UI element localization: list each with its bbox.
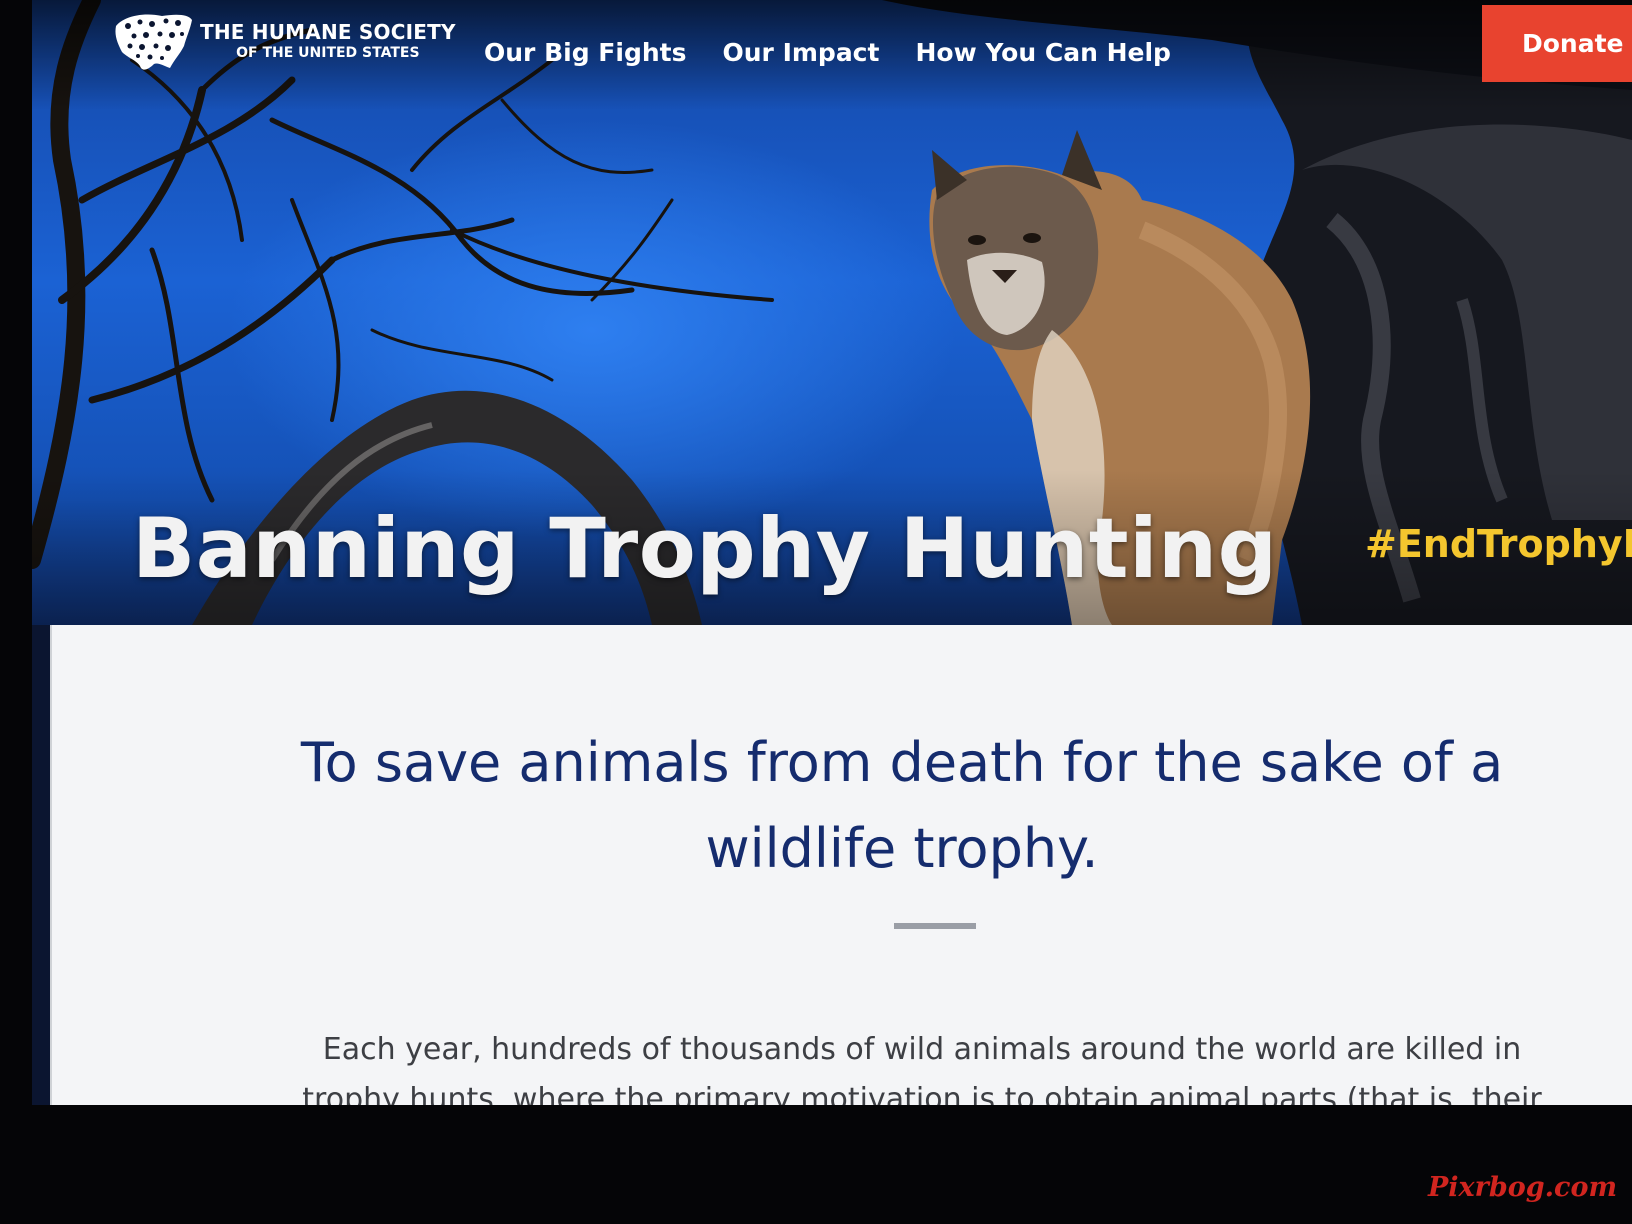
monitor-screen: THE HUMANE SOCIETY OF THE UNITED STATES … xyxy=(32,0,1632,1105)
animals-map-logo-icon xyxy=(115,14,192,70)
mission-statement: To save animals from death for the sake … xyxy=(300,731,1504,880)
hashtag-link[interactable]: #EndTrophyHu xyxy=(1365,522,1632,566)
intro-paragraph: Each year, hundreds of thousands of wild… xyxy=(302,1032,1542,1105)
nav-our-big-fights[interactable]: Our Big Fights xyxy=(484,38,686,67)
top-navigation-bar: THE HUMANE SOCIETY OF THE UNITED STATES … xyxy=(32,0,1632,110)
logo-subtitle: OF THE UNITED STATES xyxy=(236,45,420,61)
main-nav: Our Big Fights Our Impact How You Can He… xyxy=(484,38,1171,67)
page-title: Banning Trophy Hunting xyxy=(132,500,1278,597)
donate-button[interactable]: Donate xyxy=(1482,5,1632,82)
hero-banner: THE HUMANE SOCIETY OF THE UNITED STATES … xyxy=(32,0,1632,625)
logo-title: THE HUMANE SOCIETY xyxy=(200,20,456,44)
section-divider xyxy=(894,923,976,929)
watermark-text: Pixrbog.com xyxy=(1428,1172,1618,1203)
nav-how-you-can-help[interactable]: How You Can Help xyxy=(915,38,1170,67)
site-logo[interactable]: THE HUMANE SOCIETY OF THE UNITED STATES xyxy=(114,8,456,74)
nav-our-impact[interactable]: Our Impact xyxy=(722,38,879,67)
intro-section: To save animals from death for the sake … xyxy=(50,625,1632,1105)
